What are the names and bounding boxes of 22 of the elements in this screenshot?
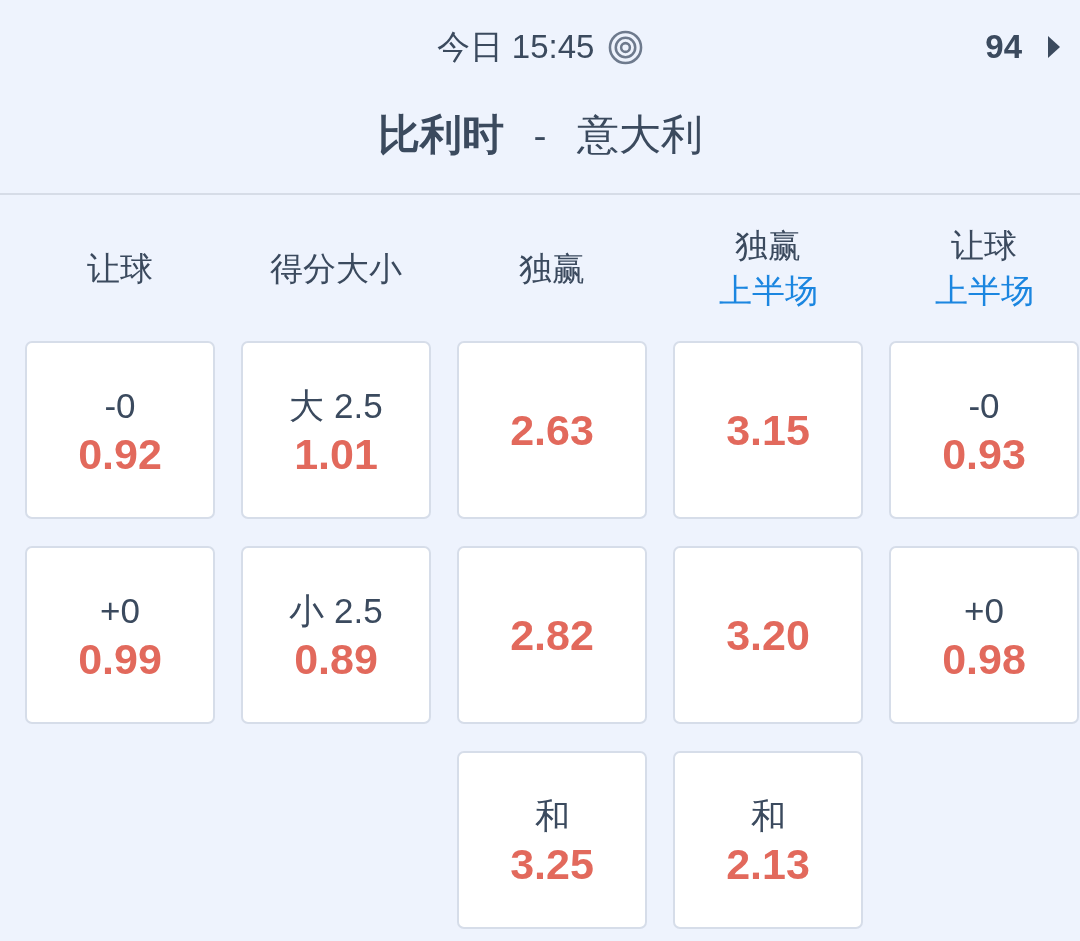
match-time: 今日 15:45 — [436, 26, 595, 67]
odds-button[interactable]: +0 0.98 — [889, 546, 1079, 724]
odds-button[interactable]: +0 0.99 — [25, 546, 215, 724]
odds-button[interactable]: 和 3.25 — [457, 751, 647, 929]
more-markets-button[interactable]: 94 — [985, 28, 1060, 66]
market-title: 得分大小 — [270, 247, 402, 290]
odds-button[interactable]: 和 2.13 — [673, 751, 863, 929]
team-separator: - — [533, 114, 547, 156]
caret-icon — [1048, 36, 1060, 58]
target-icon — [608, 29, 644, 65]
odds-button[interactable]: 大 2.5 1.01 — [241, 341, 431, 519]
market-title: 让球 — [951, 225, 1017, 267]
period-label: 上半场 — [934, 270, 1034, 312]
odds-button[interactable]: -0 0.92 — [25, 341, 215, 519]
period-label: 上半场 — [718, 270, 818, 312]
market-title: 独赢 — [519, 247, 585, 290]
market-title: 让球 — [87, 247, 153, 290]
odds-button[interactable]: -0 0.93 — [889, 341, 1079, 519]
away-team-name: 意大利 — [576, 109, 703, 161]
home-team-name: 比利时 — [377, 109, 504, 161]
market-title: 独赢 — [735, 225, 801, 267]
odds-button[interactable]: 小 2.5 0.89 — [241, 546, 431, 724]
